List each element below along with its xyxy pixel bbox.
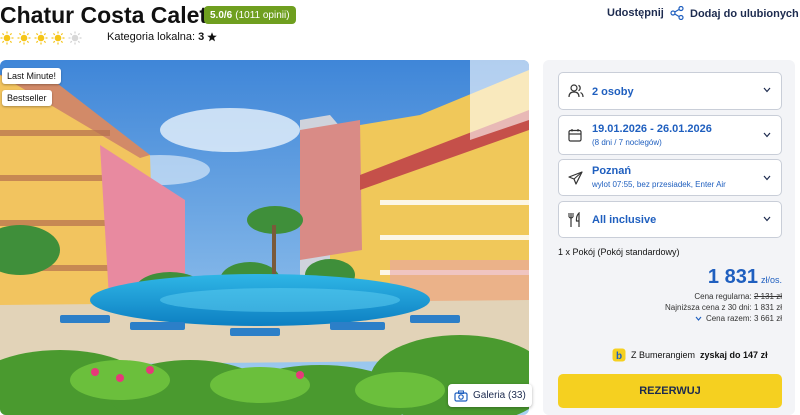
plane-icon: [568, 171, 583, 185]
camera-icon: [454, 390, 468, 402]
chevron-down-icon: [763, 175, 771, 181]
total-price: Cena razem: 3 661 zł: [705, 314, 782, 323]
favorites-label: Dodaj do ulubionych: [690, 7, 799, 20]
chevron-down-icon: [763, 87, 771, 93]
hotel-photo[interactable]: [0, 60, 529, 415]
dates-value: 19.01.2026 - 26.01.2026: [592, 123, 712, 135]
regular-price-value: 2 131 zł: [753, 292, 782, 301]
guests-select[interactable]: 2 osoby: [558, 72, 782, 110]
sun-icon: [17, 31, 31, 45]
rating-badge[interactable]: 5.0/6 (1011 opinii): [204, 6, 296, 24]
svg-text:b: b: [616, 351, 622, 362]
tag-bestseller: Bestseller: [2, 90, 52, 106]
gallery-button[interactable]: Galeria (33): [448, 384, 532, 407]
room-summary: 1 x Pokój (Pokój standardowy): [558, 247, 680, 257]
boomerang-prefix: Z Bumerangiem: [631, 350, 696, 360]
hotel-title: Chatur Costa Caleta: [0, 2, 220, 28]
departure-details: wylot 07:55, bez przesiadek, Enter Air: [592, 180, 726, 189]
boomerang-logo-icon: b: [612, 348, 626, 362]
board-value: All inclusive: [592, 214, 657, 226]
regular-price: Cena regularna: 2 131 zł: [694, 292, 782, 301]
rating-count: (1011 opinii): [235, 9, 290, 21]
price: 1 831 zł/os.: [708, 266, 782, 289]
gallery-label: Galeria (33): [473, 390, 526, 401]
sun-rating: [0, 31, 82, 45]
chevron-down-icon: [763, 216, 771, 222]
category-label: Kategoria lokalna:: [107, 31, 196, 43]
dates-select[interactable]: 19.01.2026 - 26.01.2026 (8 dni / 7 nocle…: [558, 115, 782, 155]
chevron-down-icon: [763, 132, 771, 138]
share-button[interactable]: Udostępnij: [607, 6, 684, 20]
calendar-icon: [568, 129, 582, 142]
share-label: Udostępnij: [607, 7, 664, 19]
hotel-pool-image: [0, 60, 529, 415]
book-button[interactable]: REZERWUJ: [558, 374, 782, 408]
sun-icon: [0, 31, 14, 45]
total-price-toggle[interactable]: Cena razem: 3 661 zł: [695, 314, 782, 323]
share-icon: [670, 6, 684, 20]
rating-score: 5.0/6: [210, 9, 233, 21]
add-to-favorites-button[interactable]: Dodaj do ulubionych: [690, 6, 800, 21]
guests-value: 2 osoby: [592, 86, 634, 98]
sun-icon: [51, 31, 65, 45]
category-value: 3: [198, 31, 205, 43]
star-icon: [207, 32, 217, 42]
lowest-30-days-price: Najniższa cena z 30 dni: 1 831 zł: [665, 303, 782, 312]
departure-city: Poznań: [592, 165, 632, 177]
cutlery-icon: [568, 212, 580, 227]
nights-value: (8 dni / 7 noclegów): [592, 138, 662, 147]
chevron-down-icon: [695, 316, 702, 321]
boomerang-amount: zyskaj do 147 zł: [700, 350, 768, 360]
local-category: Kategoria lokalna: 3: [107, 31, 217, 43]
tag-last-minute: Last Minute!: [2, 68, 62, 84]
sun-icon: [34, 31, 48, 45]
sun-empty-icon: [68, 31, 82, 45]
price-amount: 1 831: [707, 266, 758, 288]
price-unit: zł/os.: [760, 275, 782, 285]
users-icon: [568, 84, 584, 98]
board-select[interactable]: All inclusive: [558, 201, 782, 238]
departure-select[interactable]: Poznań wylot 07:55, bez przesiadek, Ente…: [558, 159, 782, 196]
boomerang-info[interactable]: b Z Bumerangiem zyskaj do 147 zł: [612, 348, 768, 362]
regular-price-label: Cena regularna:: [694, 292, 752, 301]
